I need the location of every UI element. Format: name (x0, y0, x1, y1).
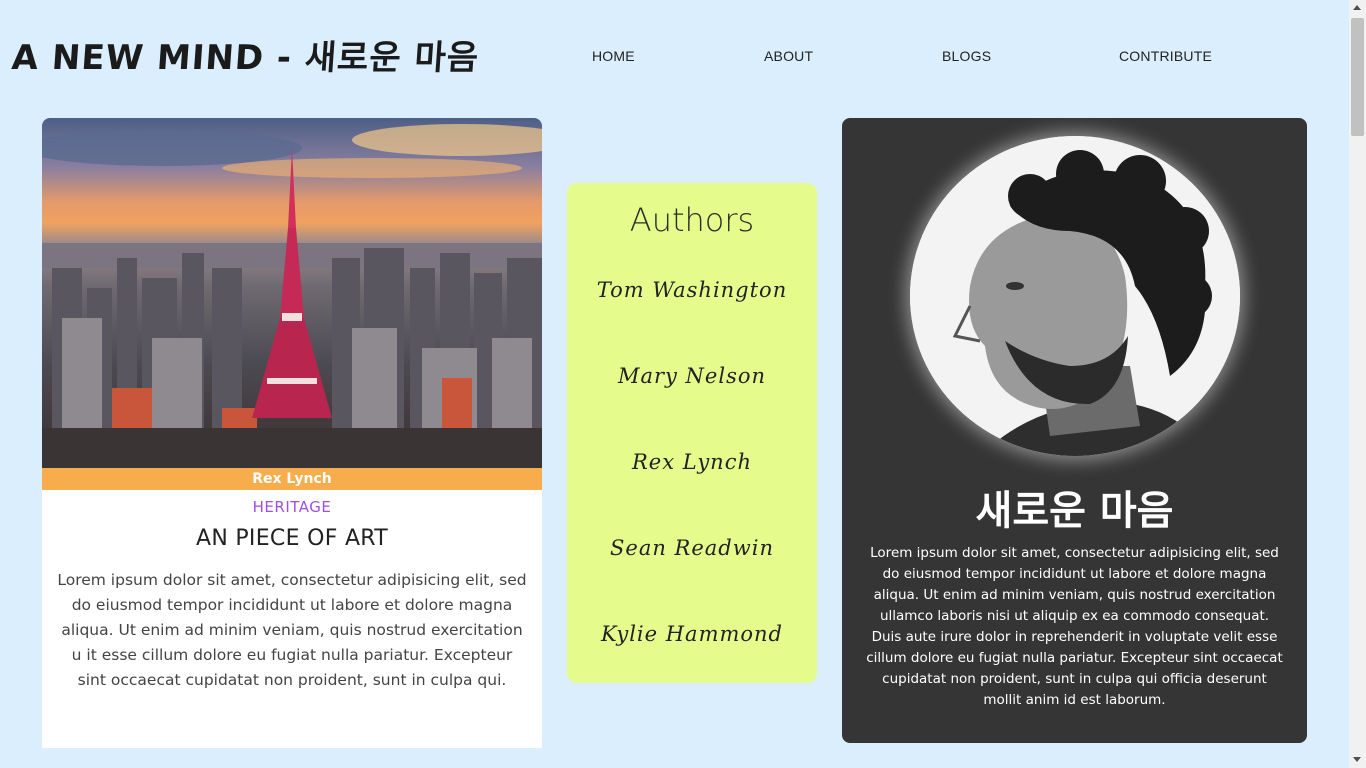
author-link[interactable]: Sean Readwin (567, 536, 817, 560)
scroll-down-icon[interactable] (1353, 757, 1361, 762)
profile-body: Lorem ipsum dolor sit amet, consectetur … (866, 545, 1283, 708)
post-author[interactable]: Rex Lynch (42, 468, 542, 490)
authors-panel: Authors Tom Washington Mary Nelson Rex L… (567, 183, 817, 683)
post-category[interactable]: HERITAGE (42, 498, 542, 516)
post-title[interactable]: AN PIECE OF ART (42, 526, 542, 551)
nav-about-link[interactable]: ABOUT (764, 48, 813, 64)
author-link[interactable]: Kylie Hammond (567, 622, 817, 646)
nav-blogs-link[interactable]: BLOGS (942, 48, 991, 64)
scroll-thumb[interactable] (1351, 18, 1364, 136)
authors-title: Authors (629, 201, 755, 239)
scroll-up-icon[interactable] (1353, 5, 1361, 10)
author-link[interactable]: Mary Nelson (567, 364, 817, 388)
blog-card[interactable]: Rex Lynch HERITAGE AN PIECE OF ART Lorem… (42, 118, 542, 748)
main-nav: HOME ABOUT BLOGS CONTRIBUTE (0, 48, 1366, 68)
profile-title: 새로운 마음 (975, 488, 1174, 534)
page-scrollbar[interactable] (1349, 0, 1366, 768)
city-tower-photo (42, 118, 542, 468)
author-link[interactable]: Tom Washington (567, 278, 817, 302)
post-body: Lorem ipsum dolor sit amet, consectetur … (57, 571, 527, 689)
nav-contribute-link[interactable]: CONTRIBUTE (1119, 48, 1212, 64)
portrait-photo (910, 136, 1240, 456)
nav-home-link[interactable]: HOME (592, 48, 635, 64)
profile-card: 새로운 마음 Lorem ipsum dolor sit amet, conse… (842, 118, 1307, 743)
author-link[interactable]: Rex Lynch (567, 450, 817, 474)
